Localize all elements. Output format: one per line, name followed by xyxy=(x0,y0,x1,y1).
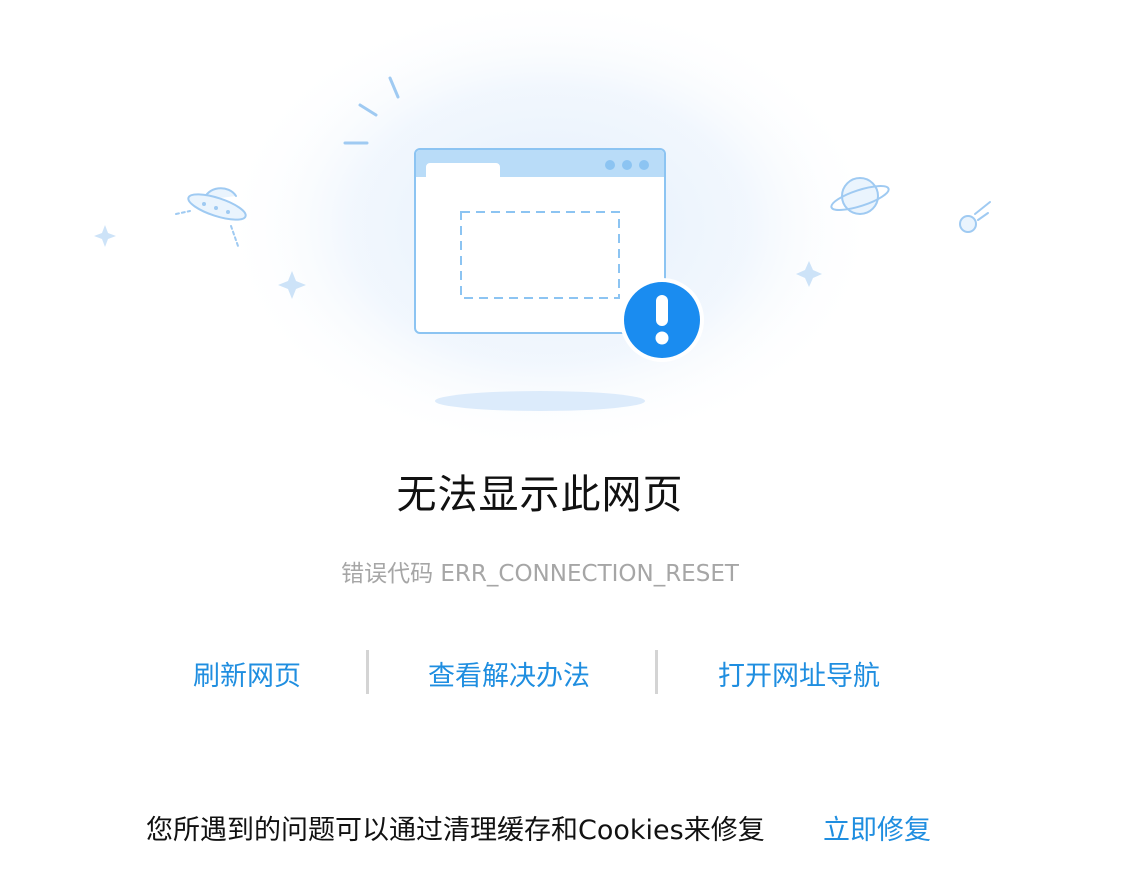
separator xyxy=(655,650,658,694)
action-bar: 刷新网页 查看解决办法 打开网址导航 xyxy=(0,650,1146,696)
fix-suggestion: 您所遇到的问题可以通过清理缓存和Cookies来修复 立即修复 xyxy=(0,806,1146,850)
open-url-navigation-link[interactable]: 打开网址导航 xyxy=(718,654,880,693)
refresh-page-link[interactable]: 刷新网页 xyxy=(193,654,301,693)
fix-now-link[interactable]: 立即修复 xyxy=(823,808,931,847)
separator xyxy=(366,650,369,694)
error-code-text: 错误代码 ERR_CONNECTION_RESET xyxy=(341,561,739,587)
fix-message: 您所遇到的问题可以通过清理缓存和Cookies来修复 xyxy=(146,815,765,846)
exclamation-circle-icon xyxy=(620,278,704,362)
view-solutions-link[interactable]: 查看解决办法 xyxy=(428,654,590,693)
error-illustration xyxy=(94,0,991,450)
page-title: 无法显示此网页 xyxy=(396,472,684,518)
error-page: 无法显示此网页 错误代码 ERR_CONNECTION_RESET 刷新网页 查… xyxy=(0,0,1146,892)
meteor-icon xyxy=(959,201,991,233)
ground-shadow xyxy=(435,391,645,411)
